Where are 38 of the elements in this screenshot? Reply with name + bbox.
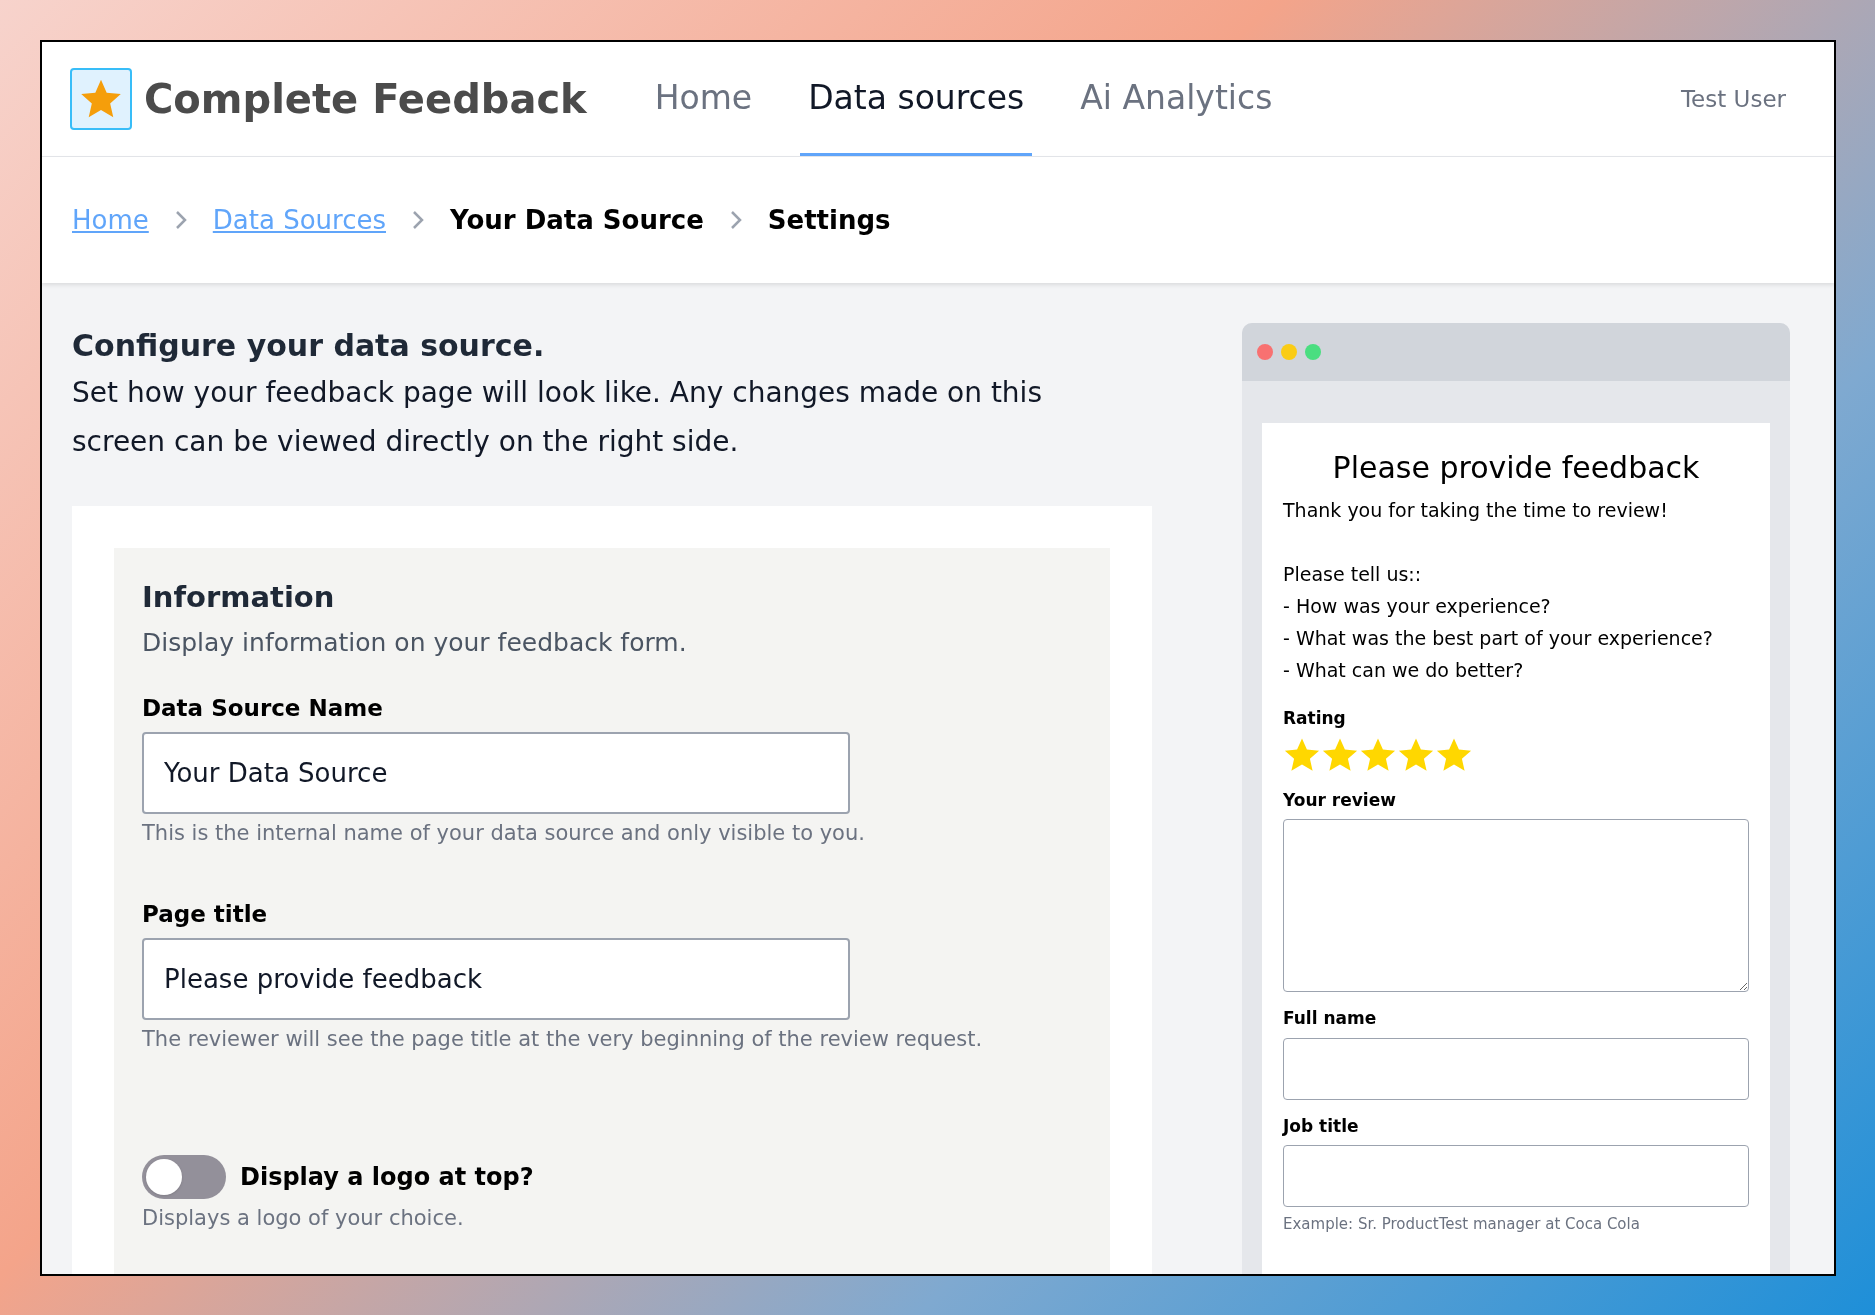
preview-text: - What can we do better? (1283, 658, 1525, 683)
brand-name: Complete Feedback (144, 75, 587, 124)
preview-field-help: Example: Sr. ProductTest manager at Coca Cola (1283, 1214, 1641, 1235)
page-heading: Configure your data source. (72, 327, 546, 365)
breadcrumb-link[interactable]: Home (72, 200, 149, 240)
text-input[interactable]: Please provide feedback (142, 937, 850, 1020)
preview-text: - What was the best part of your experience? (1283, 626, 1714, 651)
nav-tab[interactable]: Ai Analytics (1072, 42, 1281, 156)
field-help: This is the internal name of your data source and only visible to you. (142, 819, 866, 847)
preview-title: Please provide feedback (1331, 449, 1701, 487)
field-help: The reviewer will see the page title at the very beginning of the review request. (142, 1025, 984, 1053)
toggle-help: Displays a logo of your choice. (142, 1205, 465, 1232)
section-subtitle: Display information on your feedback form. (142, 626, 688, 659)
nav-tab[interactable]: Home (646, 42, 761, 156)
preview-text: Thank you for taking the time to review! (1283, 498, 1669, 523)
section-title: Information (142, 579, 336, 616)
preview-input[interactable] (1283, 1037, 1749, 1100)
text-input[interactable]: Your Data Source (142, 731, 850, 814)
logo-icon (70, 68, 132, 130)
chevron-right-icon (412, 210, 424, 230)
preview-field-label: Job title (1283, 1114, 1360, 1138)
page-description: Set how your feedback page will look like. Any changes made on this screen can be viewed directly on the right side. (72, 375, 1043, 460)
chevron-right-icon (729, 210, 742, 230)
rating-label: Rating (1283, 707, 1347, 730)
toggle-label: Display a logo at top? (240, 1162, 534, 1193)
preview-input[interactable] (1283, 1145, 1749, 1207)
preview-field-label: Full name (1283, 1007, 1378, 1030)
field-label: Data Source Name (142, 694, 384, 723)
breadcrumb-current: Settings (767, 203, 891, 237)
preview-field-label: Your review (1283, 788, 1397, 812)
preview-text: - How was your experience? (1283, 594, 1552, 619)
breadcrumb-current: Your Data Source (450, 203, 704, 237)
toggle-switch[interactable] (142, 1155, 226, 1199)
user-name[interactable]: Test User (1680, 81, 1786, 117)
chevron-right-icon (174, 210, 187, 230)
field-label: Page title (142, 900, 269, 929)
preview-text: Please tell us:: (1283, 562, 1423, 587)
breadcrumb-link[interactable]: Data Sources (212, 200, 386, 240)
